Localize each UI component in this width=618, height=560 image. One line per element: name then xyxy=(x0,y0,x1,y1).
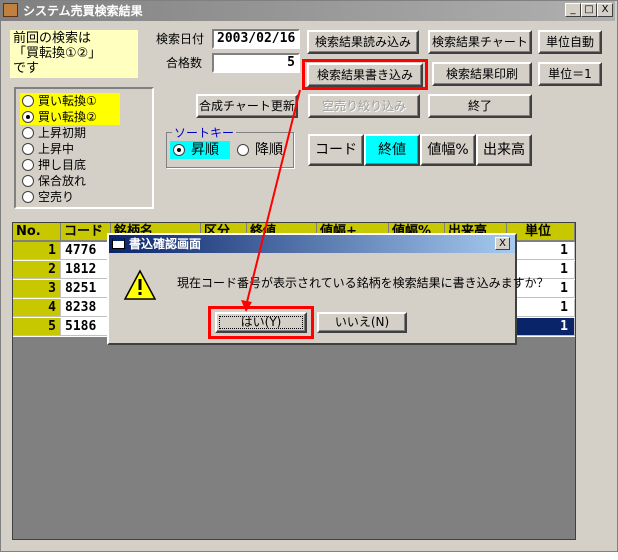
annotation-arrow xyxy=(241,89,301,312)
